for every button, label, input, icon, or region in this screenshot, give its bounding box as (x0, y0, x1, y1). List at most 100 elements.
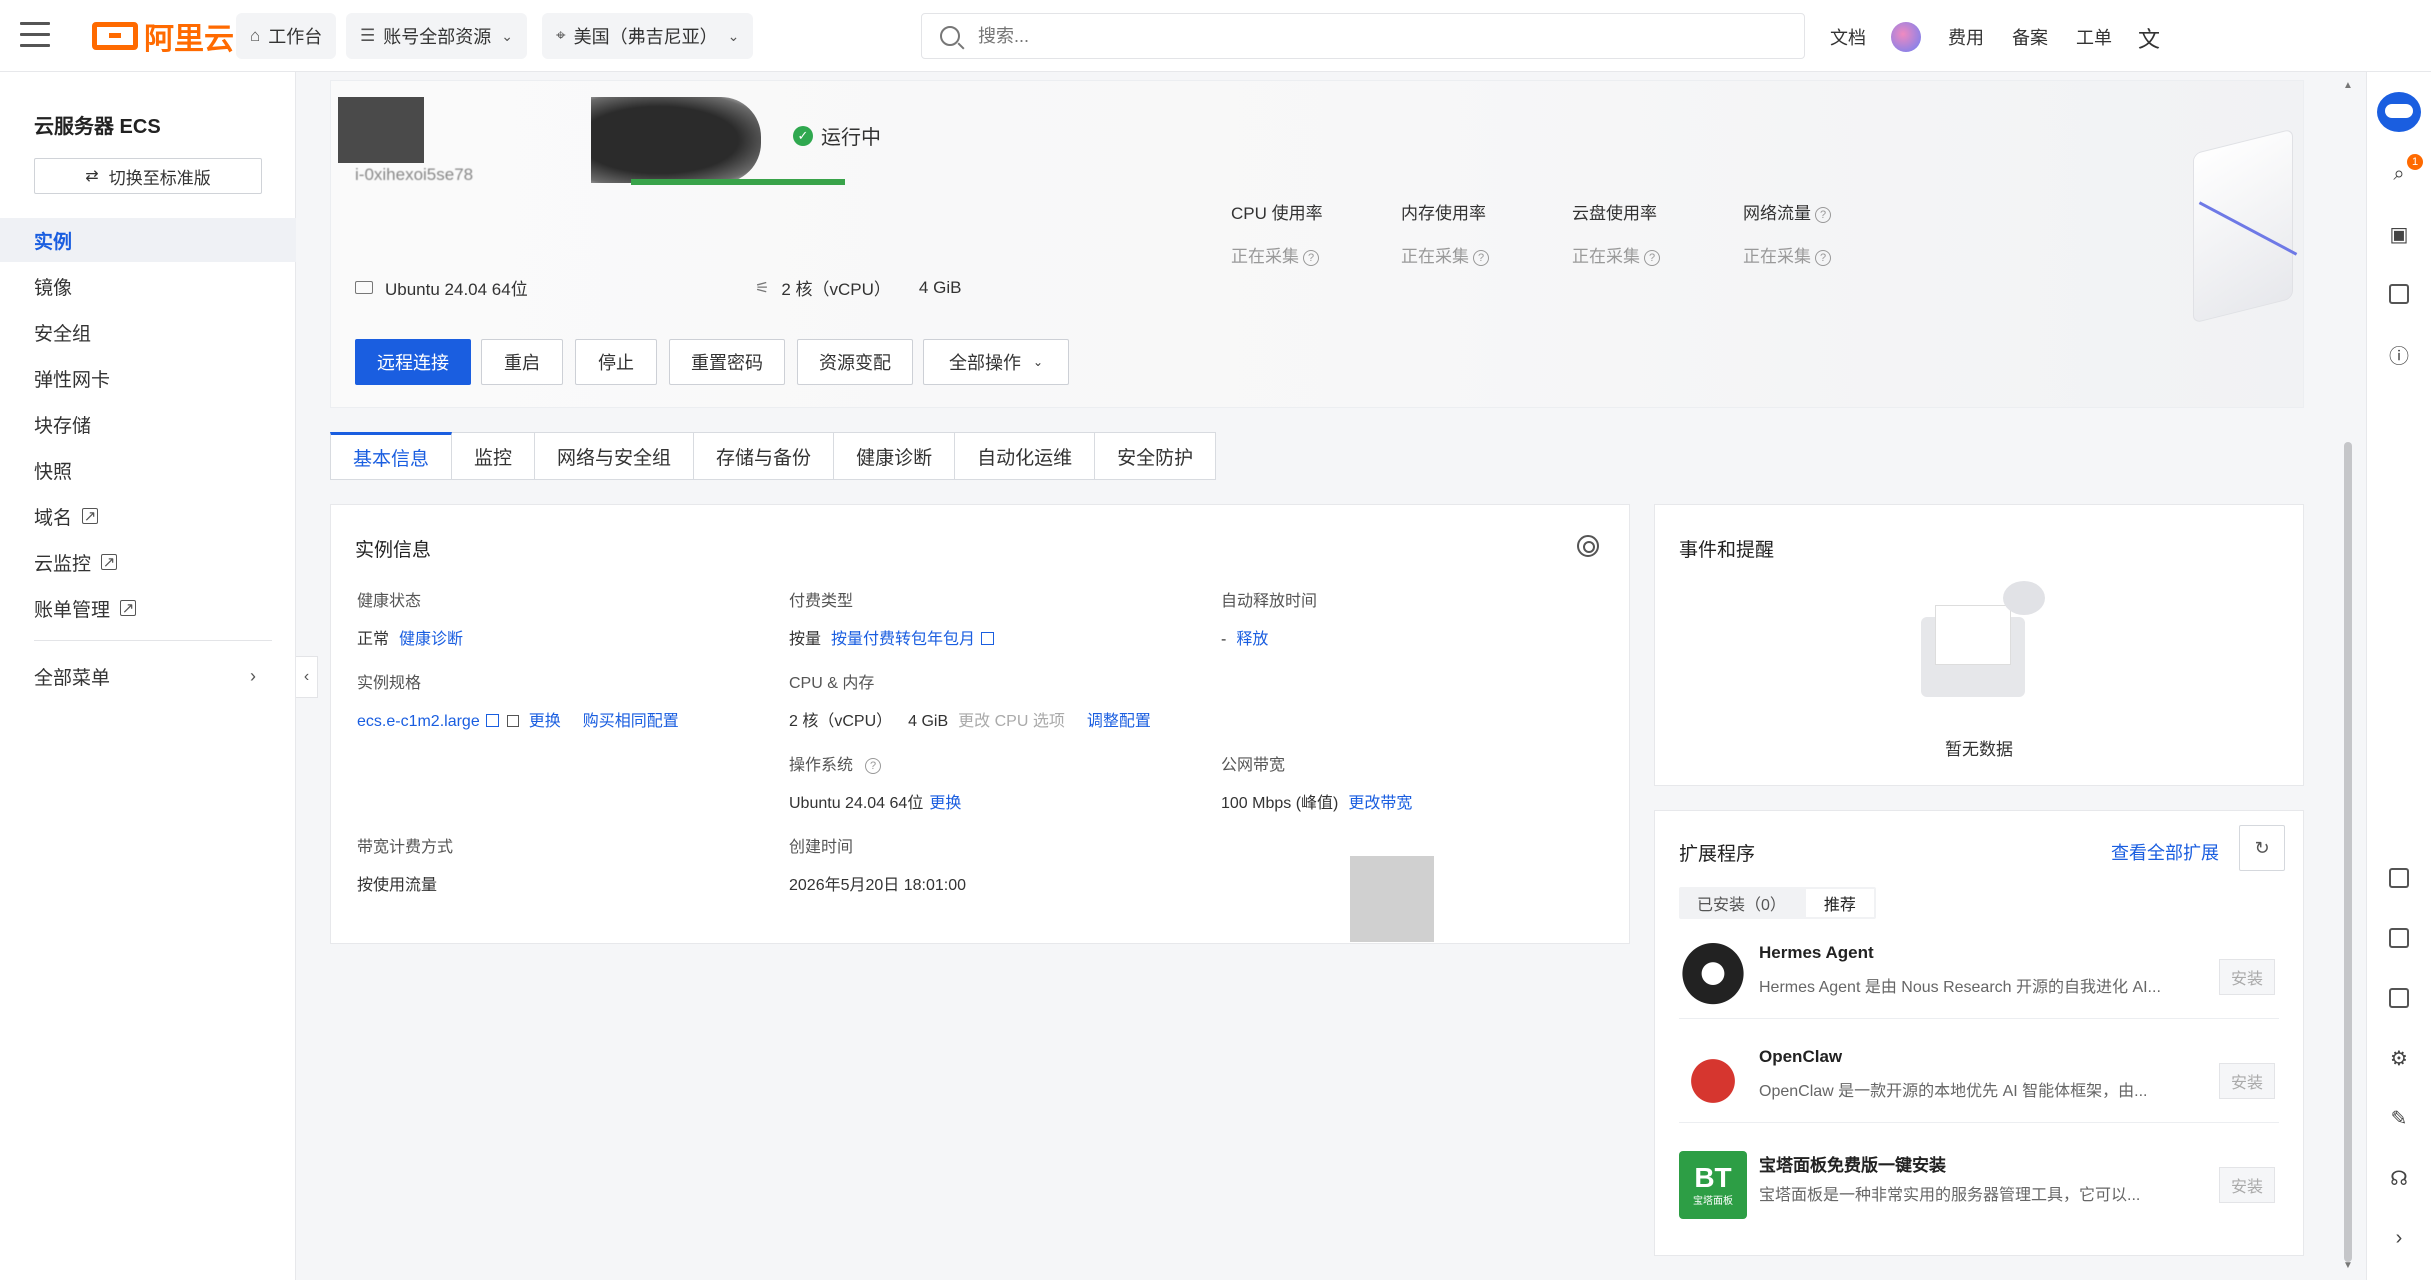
scroll-down-icon[interactable]: ▼ (2343, 1260, 2353, 1271)
right-toolbar: ⌕ 1 ▣ ⓘ ⚙ ✎ ☊ › (2366, 72, 2431, 1280)
all-menu-item[interactable]: 全部菜单 › (0, 654, 296, 698)
all-actions-dropdown[interactable]: 全部操作 ⌄ (923, 339, 1069, 385)
list-icon[interactable] (2389, 284, 2409, 304)
search-input[interactable] (978, 25, 1678, 47)
collapse-sidebar-button[interactable]: ‹ (296, 656, 318, 698)
account-scope-dropdown[interactable]: ☰ 账号全部资源 ⌄ (346, 13, 527, 59)
change-os-link[interactable]: 更换 (929, 795, 961, 812)
scrollbar-thumb[interactable] (2344, 442, 2352, 1262)
list-icon: ☰ (360, 26, 376, 45)
sidebar-item-security-groups[interactable]: 安全组 (0, 310, 296, 354)
buy-same-config-link[interactable]: 购买相同配置 (583, 713, 679, 730)
tab-monitoring[interactable]: 监控 (452, 432, 536, 480)
switch-standard-button[interactable]: ⇄ 切换至标准版 (34, 158, 262, 194)
tab-automation[interactable]: 自动化运维 (955, 432, 1096, 480)
api-icon[interactable] (2389, 928, 2409, 948)
metric-label: 内存使用率 (1401, 204, 1486, 223)
install-button[interactable]: 安装 (2219, 959, 2275, 995)
metric-value: 正在采集? (1231, 242, 1323, 267)
sidebar-item-label: 弹性网卡 (34, 369, 111, 391)
copy-icon[interactable] (506, 715, 519, 727)
release-link[interactable]: 释放 (1236, 631, 1268, 648)
edit-icon[interactable]: ✎ (2387, 1106, 2411, 1130)
tab-network-security[interactable]: 网络与安全组 (535, 432, 695, 480)
sidebar-item-label: 快照 (34, 461, 73, 483)
sidebar-item-label: 云监控 (34, 553, 92, 575)
help-icon[interactable]: ? (1815, 249, 1831, 266)
ai-robot-icon[interactable] (2377, 92, 2421, 132)
reset-password-button[interactable]: 重置密码 (669, 339, 785, 385)
help-icon[interactable]: ? (1644, 249, 1660, 266)
sidebar-item-eni[interactable]: 弹性网卡 (0, 356, 296, 400)
extension-desc: Hermes Agent 是由 Nous Research 开源的自我进化 AI… (1759, 979, 2161, 996)
help-icon[interactable]: ? (1473, 249, 1489, 266)
help-icon[interactable]: ? (1303, 249, 1319, 266)
metric-value: 正在采集? (1572, 242, 1660, 267)
search-box[interactable] (921, 13, 1805, 59)
sidebar-item-cloud-monitor[interactable]: 云监控 ↗ (0, 540, 296, 584)
sidebar-item-snapshots[interactable]: 快照 (0, 448, 296, 492)
adjust-config-link[interactable]: 调整配置 (1087, 713, 1151, 730)
page-scrollbar[interactable]: ▲ ▼ (2342, 80, 2354, 1275)
cpu-label: 2 核（vCPU） (781, 280, 891, 299)
created-time-field: 创建时间 2026年5月20日 18:01:00 (789, 833, 966, 895)
billing-type-field: 付费类型 按量 按量付费转包年包月 (789, 587, 995, 649)
stop-button[interactable]: 停止 (575, 339, 657, 385)
headset-icon[interactable]: ☊ (2387, 1166, 2411, 1190)
settings-icon[interactable]: ⚙ (2387, 1046, 2411, 1070)
icp-link[interactable]: 备案 (2012, 24, 2048, 50)
scroll-up-icon[interactable]: ▲ (2343, 80, 2353, 91)
field-value: 100 Mbps (峰值) (1221, 795, 1339, 812)
ticket-link[interactable]: 工单 (2076, 24, 2112, 50)
sidebar-item-billing[interactable]: 账单管理 ↗ (0, 586, 296, 630)
convert-subscription-link[interactable]: 按量付费转包年包月 (831, 631, 975, 648)
chevron-right-icon: › (250, 665, 256, 686)
help-icon[interactable]: ⓘ (2387, 342, 2411, 368)
help-icon[interactable]: ? (865, 757, 882, 774)
sidebar-item-instances[interactable]: 实例 (0, 218, 296, 262)
cpu-option-link[interactable]: 更改 CPU 选项 (958, 713, 1065, 730)
ai-assistant-icon[interactable] (1891, 22, 1921, 52)
field-value: Ubuntu 24.04 64位 (789, 795, 924, 812)
terminal-icon[interactable] (2389, 988, 2409, 1008)
chevron-down-icon: ⌄ (727, 27, 740, 44)
install-button[interactable]: 安装 (2219, 1063, 2275, 1099)
workbench-button[interactable]: ⌂ 工作台 (236, 13, 337, 59)
view-all-extensions-link[interactable]: 查看全部扩展 (2111, 839, 2219, 865)
change-bandwidth-link[interactable]: 更改带宽 (1348, 795, 1412, 812)
external-link-icon (485, 714, 499, 727)
home-icon: ⌂ (250, 26, 261, 45)
sidebar-item-domains[interactable]: 域名 ↗ (0, 494, 296, 538)
sidebar-item-images[interactable]: 镜像 (0, 264, 296, 308)
refresh-button[interactable]: ↻ (2239, 825, 2285, 871)
book-icon[interactable]: ▣ (2387, 222, 2411, 246)
metric-value-text: 正在采集 (1572, 247, 1640, 266)
tab-installed[interactable]: 已安装（0） (1679, 887, 1804, 919)
tab-recommended[interactable]: 推荐 (1805, 889, 1874, 917)
remote-connect-button[interactable]: 远程连接 (355, 339, 471, 385)
change-spec-link[interactable]: 更换 (529, 713, 561, 730)
resize-resource-button[interactable]: 资源变配 (797, 339, 913, 385)
region-dropdown[interactable]: ⌖ 美国（弗吉尼亚） ⌄ (542, 13, 754, 59)
health-diagnosis-link[interactable]: 健康诊断 (399, 631, 463, 648)
docs-link[interactable]: 文档 (1830, 24, 1866, 50)
aliyun-logo[interactable]: 阿里云 (92, 16, 234, 56)
gear-icon[interactable] (1577, 535, 1599, 557)
instance-id[interactable]: i-0xihexoi5se78 (355, 165, 473, 185)
empty-paper (1935, 605, 2011, 665)
menu-icon[interactable] (20, 22, 50, 48)
restart-button[interactable]: 重启 (481, 339, 563, 385)
language-icon[interactable]: 文 (2138, 22, 2160, 54)
install-button[interactable]: 安装 (2219, 1167, 2275, 1203)
tab-storage-backup[interactable]: 存储与备份 (694, 432, 835, 480)
document-icon[interactable] (2389, 868, 2409, 888)
empty-state-illustration (1921, 581, 2045, 701)
sidebar-item-block-storage[interactable]: 块存储 (0, 402, 296, 446)
help-icon[interactable]: ? (1815, 206, 1831, 223)
tab-health-diagnosis[interactable]: 健康诊断 (834, 432, 956, 480)
tab-security-protection[interactable]: 安全防护 (1095, 432, 1217, 480)
billing-link[interactable]: 费用 (1948, 24, 1984, 50)
chevron-right-icon[interactable]: › (2387, 1226, 2411, 1250)
tab-basic-info[interactable]: 基本信息 (330, 432, 453, 480)
instance-type-link[interactable]: ecs.e-c1m2.large (357, 713, 480, 730)
